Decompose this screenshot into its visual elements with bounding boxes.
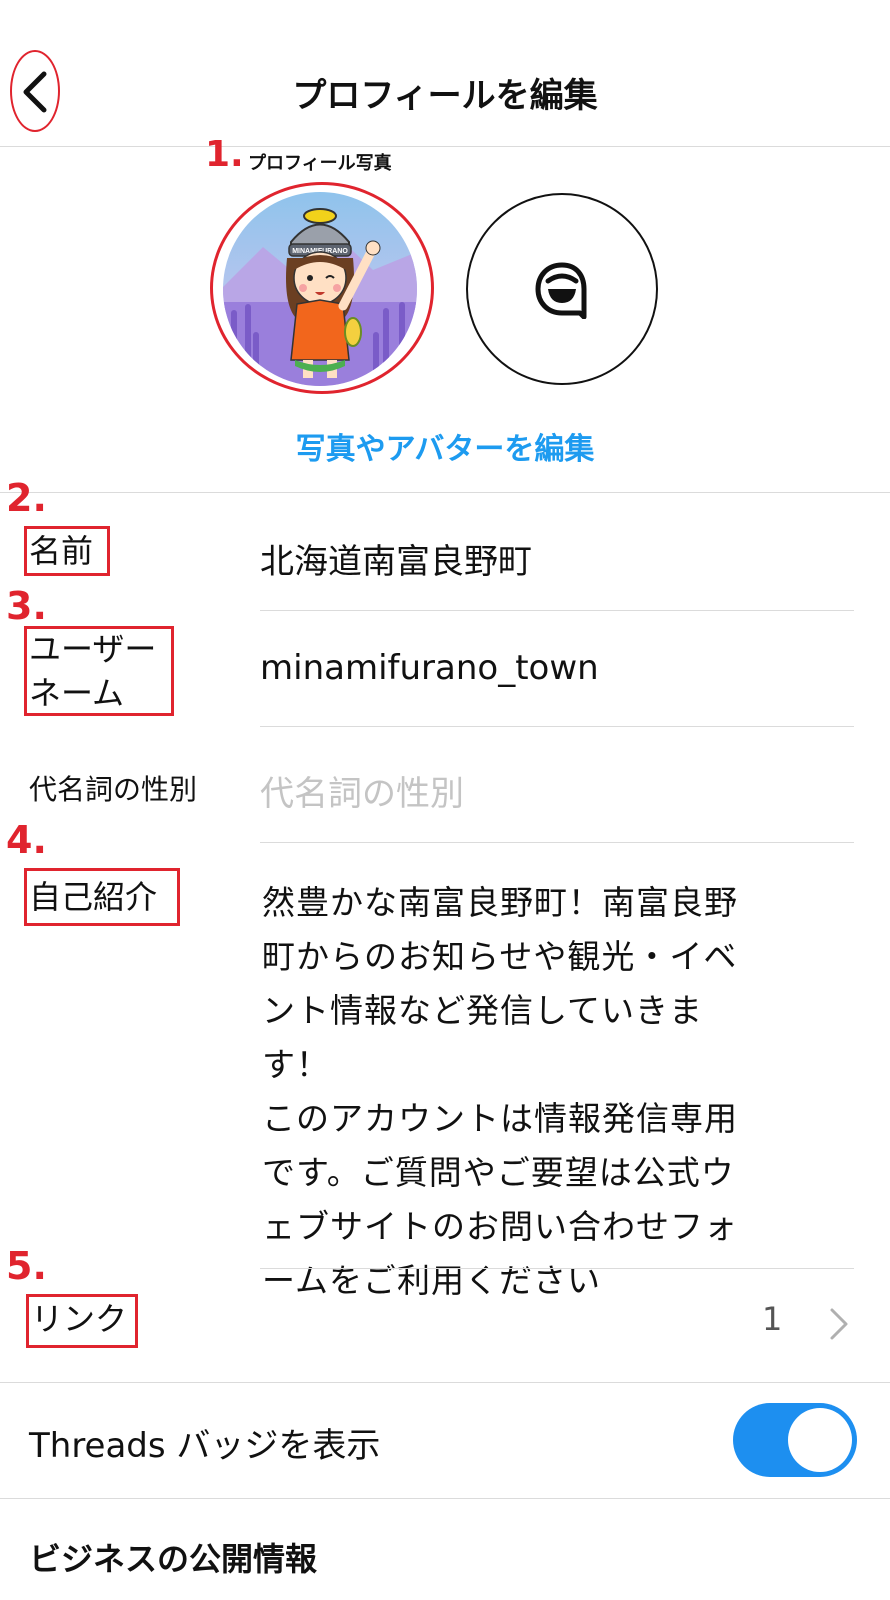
avatar[interactable]: MINAMIFURANO: [223, 192, 417, 386]
links-row[interactable]: リンク 1: [0, 1290, 890, 1360]
avatar-option[interactable]: [466, 193, 658, 385]
threads-divider: [0, 1498, 890, 1499]
chevron-right-icon: [830, 1308, 848, 1340]
bio-line: す！: [262, 1045, 330, 1084]
links-count: 1: [762, 1300, 783, 1338]
edit-photo-link[interactable]: 写真やアバターを編集: [0, 424, 890, 468]
username-label-line1: ユーザー: [29, 630, 157, 668]
links-label: リンク: [31, 1300, 128, 1338]
username-label-line2: ネーム: [29, 674, 125, 712]
name-label: 名前: [29, 532, 94, 570]
bio-field[interactable]: 然豊かな南富良野町！南富良野 町からのお知らせや観光・イベ ント情報など発信して…: [262, 876, 822, 1308]
business-info-title: ビジネスの公開情報: [29, 1540, 318, 1578]
page-title: プロフィールを編集: [292, 76, 598, 116]
annotation-3: 3.: [6, 584, 47, 628]
name-field[interactable]: 北海道南富良野町: [260, 534, 532, 583]
threads-badge-toggle[interactable]: [733, 1403, 857, 1477]
bio-line: ェブサイトのお問い合わせフォ: [262, 1207, 738, 1246]
threads-badge-label: Threads バッジを表示: [29, 1426, 381, 1466]
bio-line: このアカウントは情報発信専用: [262, 1099, 738, 1138]
pronouns-field[interactable]: 代名詞の性別: [260, 766, 464, 815]
bio-line: 然豊かな南富良野町！南富良野: [262, 883, 738, 922]
username-divider: [260, 726, 854, 727]
mascot-image: MINAMIFURANO: [223, 192, 417, 386]
annotation-2: 2.: [6, 476, 47, 520]
annotation-4: 4.: [6, 818, 47, 862]
bio-divider: [260, 1268, 854, 1269]
photo-divider: [0, 492, 890, 493]
photo-caption: プロフィール写真: [248, 153, 392, 174]
name-divider: [260, 610, 854, 611]
toggle-knob: [788, 1408, 852, 1472]
annotation-5: 5.: [6, 1244, 47, 1288]
bio-line: です。ご質問やご要望は公式ウ: [262, 1153, 735, 1192]
avatar-face-icon: [535, 262, 587, 319]
bio-line: ント情報など発信していきま: [262, 991, 704, 1030]
pronouns-divider: [260, 842, 854, 843]
annotation-1: 1.: [205, 134, 244, 175]
pronouns-label: 代名詞の性別: [29, 773, 198, 806]
username-field[interactable]: minamifurano_town: [260, 648, 599, 688]
bio-label: 自己紹介: [29, 878, 158, 916]
bio-line: 町からのお知らせや観光・イベ: [262, 937, 738, 976]
header-divider: [0, 146, 890, 147]
links-divider: [0, 1382, 890, 1383]
